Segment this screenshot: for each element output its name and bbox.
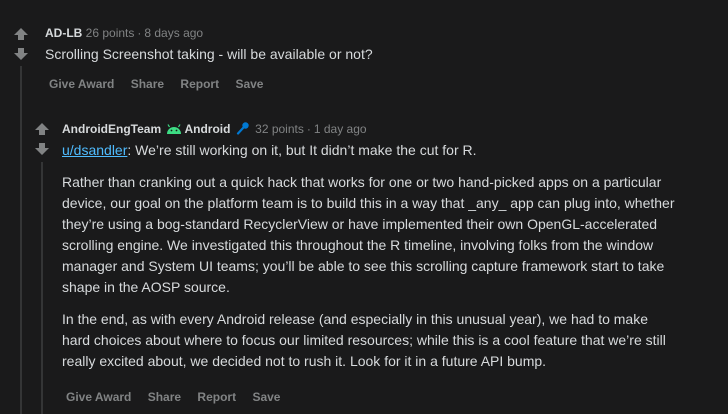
upvote-icon[interactable] <box>11 26 31 42</box>
thread-line-2[interactable] <box>41 162 43 414</box>
save-button[interactable]: Save <box>235 77 263 91</box>
user-mention-link[interactable]: u/dsandler <box>62 142 127 158</box>
comment2-paragraph-1: u/dsandler: We’re still working on it, b… <box>62 140 677 161</box>
comment1-age[interactable]: 8 days ago <box>144 26 203 40</box>
android-icon <box>166 124 182 138</box>
comment2-paragraph-1-text: : We’re still working on it, but It didn… <box>127 142 477 158</box>
comment1-text: Scrolling Screenshot taking - will be av… <box>45 46 373 62</box>
comment2-paragraph-3: In the end, as with every Android releas… <box>62 311 666 369</box>
comment1-meta: AD-LB 26 points · 8 days ago <box>45 26 203 40</box>
share-button[interactable]: Share <box>131 77 164 91</box>
comment-thread: AD-LB 26 points · 8 days ago Scrolling Scr… <box>0 0 728 414</box>
report-button[interactable]: Report <box>197 390 236 404</box>
comment2-actions: Give Award Share Report Save <box>66 390 293 404</box>
comment1-body: Scrolling Screenshot taking - will be av… <box>45 44 705 76</box>
comment2-age[interactable]: 1 day ago <box>314 122 367 136</box>
share-button[interactable]: Share <box>148 390 181 404</box>
comment1-votes <box>11 26 31 62</box>
give-award-button[interactable]: Give Award <box>49 77 114 91</box>
downvote-icon[interactable] <box>32 141 52 157</box>
comment1-author[interactable]: AD-LB <box>45 26 82 40</box>
comment2-flair: Android <box>184 122 231 136</box>
comment2-body: u/dsandler: We’re still working on it, b… <box>62 140 677 383</box>
comment2-points: 32 points <box>255 122 304 136</box>
comment2-separator: · <box>306 122 311 136</box>
give-award-button[interactable]: Give Award <box>66 390 131 404</box>
comment2-meta: AndroidEngTeam Android 32 points · 1 day a… <box>62 121 367 138</box>
comment2-paragraph-2: Rather than cranking out a quick hack th… <box>62 174 675 295</box>
thread-line-1[interactable] <box>20 66 22 414</box>
comment2-votes <box>32 121 52 157</box>
microphone-icon <box>236 121 250 138</box>
comment1-points: 26 points <box>85 26 135 40</box>
upvote-icon[interactable] <box>32 121 52 137</box>
comment1-actions: Give Award Share Report Save <box>49 77 276 91</box>
downvote-icon[interactable] <box>11 46 31 62</box>
comment2-author[interactable]: AndroidEngTeam <box>62 122 161 136</box>
save-button[interactable]: Save <box>252 390 280 404</box>
report-button[interactable]: Report <box>180 77 219 91</box>
comment1-separator: · <box>137 26 142 40</box>
